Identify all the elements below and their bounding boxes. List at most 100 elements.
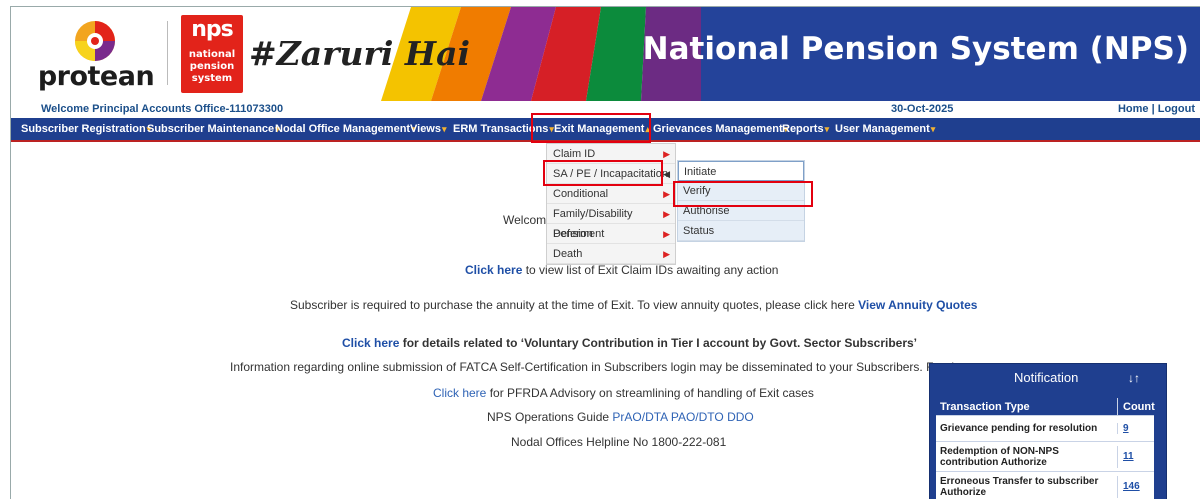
chevron-down-icon: ▾ <box>442 124 447 134</box>
exit-claims-link[interactable]: Click here <box>465 263 522 277</box>
logout-link[interactable]: Logout <box>1158 103 1195 115</box>
nav-label: Reports <box>782 123 824 135</box>
exit-claims-line: Click here to view list of Exit Claim ID… <box>465 263 778 277</box>
nps-logo-line: system <box>191 73 233 84</box>
sa-pe-submenu: Initiate Verify Authorise Status <box>677 160 805 242</box>
operations-guide-line: NPS Operations Guide PrAO/DTA PAO/DTO DD… <box>487 410 754 424</box>
operations-guide-link[interactable]: PrAO/DTA PAO/DTO DDO <box>612 410 753 424</box>
nav-label: Nodal Office Management <box>275 123 411 135</box>
nav-subscriber-registration[interactable]: Subscriber Registration▾ <box>21 118 151 140</box>
protean-wordmark: protean <box>37 61 155 92</box>
submenu-item-verify[interactable]: Verify <box>678 181 804 201</box>
header-links: Home | Logout <box>1118 103 1195 115</box>
nav-reports[interactable]: Reports▾ <box>782 118 829 140</box>
col-header-transaction-type: Transaction Type <box>936 398 1118 415</box>
submenu-item-authorise[interactable]: Authorise <box>678 201 804 221</box>
nav-label: Views <box>410 123 441 135</box>
protean-mark-icon <box>75 21 115 61</box>
chevron-down-icon: ▾ <box>824 124 830 134</box>
zaruri-hai-tagline: #Zaruri Hai <box>249 34 471 73</box>
transaction-type-cell: Redemption of NON-NPS contribution Autho… <box>936 445 1118 468</box>
voluntary-contribution-text: for details related to ‘Voluntary Contri… <box>399 336 918 350</box>
nav-label: Grievances Management <box>653 123 783 135</box>
nav-grievances-management[interactable]: Grievances Management▾ <box>653 118 788 140</box>
site-title: National Pension System (NPS) <box>642 31 1189 67</box>
fatca-info-text: Information regarding online submission … <box>230 360 971 374</box>
menu-item-label: SA / PE / Incapacitation <box>553 168 668 180</box>
helpline-text: Nodal Offices Helpline No 1800-222-081 <box>511 435 727 449</box>
nav-erm-transactions[interactable]: ERM Transactions▾ <box>453 118 554 140</box>
caret-right-icon: ▶ <box>663 249 670 259</box>
nav-user-management[interactable]: User Management▾ <box>835 118 935 140</box>
count-link[interactable]: 146 <box>1123 481 1140 492</box>
menu-item-label: Death <box>553 248 583 260</box>
nav-exit-management[interactable]: Exit Management▴ <box>554 118 650 140</box>
sort-icon[interactable]: ↓↑ <box>1128 364 1140 392</box>
nav-nodal-office-management[interactable]: Nodal Office Management▾ <box>275 118 416 140</box>
nav-label: Exit Management <box>554 123 645 135</box>
table-row: Erroneous Transfer to subscriber Authori… <box>936 472 1154 499</box>
transaction-type-cell: Erroneous Transfer to subscriber Authori… <box>936 475 1118 498</box>
caret-right-icon: ▶ <box>663 209 670 219</box>
voluntary-contribution-line: Click here for details related to ‘Volun… <box>342 336 917 350</box>
nav-label: Subscriber Registration <box>21 123 146 135</box>
submenu-item-initiate[interactable]: Initiate <box>678 161 804 181</box>
notification-table-header: Transaction Type Count <box>936 398 1155 416</box>
transaction-type-cell: Grievance pending for resolution <box>936 423 1118 434</box>
caret-right-icon: ▶ <box>663 189 670 199</box>
menu-item-conditional[interactable]: Conditional ▶ <box>547 184 675 204</box>
menu-item-label: Claim ID <box>553 148 596 160</box>
pfrda-advisory-text: for PFRDA Advisory on streamlining of ha… <box>486 386 814 400</box>
exit-claims-text: to view list of Exit Claim IDs awaiting … <box>522 263 779 277</box>
header-banner: protean nps national pension system #Zar… <box>11 7 1200 101</box>
nav-label: Subscriber Maintenance <box>147 123 275 135</box>
table-row: Redemption of NON-NPS contribution Autho… <box>936 442 1154 472</box>
annuity-line: Subscriber is required to purchase the a… <box>290 298 977 312</box>
operations-guide-text: NPS Operations Guide <box>487 410 613 424</box>
menu-item-label: Deferment <box>553 228 605 240</box>
menu-item-death[interactable]: Death ▶ <box>547 244 675 264</box>
voluntary-contribution-link[interactable]: Click here <box>342 336 399 350</box>
protean-logo: protean <box>31 11 161 97</box>
menu-item-deferment[interactable]: Deferment ▶ <box>547 224 675 244</box>
menu-item-sa-pe-incapacitation[interactable]: SA / PE / Incapacitation ◀ <box>547 164 675 184</box>
col-header-count: Count <box>1123 401 1155 413</box>
view-annuity-quotes-link[interactable]: View Annuity Quotes <box>858 298 977 312</box>
nps-logo: nps national pension system <box>181 15 243 93</box>
info-bar: Welcome Principal Accounts Office-111073… <box>11 101 1200 117</box>
nav-label: User Management <box>835 123 930 135</box>
nps-logo-line: national <box>188 49 236 60</box>
pfrda-advisory-link[interactable]: Click here <box>433 386 486 400</box>
app-frame: protean nps national pension system #Zar… <box>10 6 1200 499</box>
nav-subscriber-maintenance[interactable]: Subscriber Maintenance▾ <box>147 118 280 140</box>
welcome-user-text: Welcome Principal Accounts Office-111073… <box>41 103 284 115</box>
nps-logo-text: nps <box>191 17 234 42</box>
count-link[interactable]: 11 <box>1123 451 1134 462</box>
menu-item-family-disability-pension[interactable]: Family/Disability Pension ▶ <box>547 204 675 240</box>
nav-label: ERM Transactions <box>453 123 549 135</box>
pfrda-advisory-line: Click here for PFRDA Advisory on streaml… <box>433 386 814 400</box>
caret-right-icon: ▶ <box>663 149 670 159</box>
notification-title: Notification <box>1014 370 1079 385</box>
logo-divider <box>167 21 168 85</box>
main-nav: Subscriber Registration▾ Subscriber Main… <box>11 118 1200 142</box>
submenu-item-status[interactable]: Status <box>678 221 804 241</box>
home-link[interactable]: Home <box>1118 103 1149 115</box>
current-date: 30-Oct-2025 <box>891 103 954 115</box>
notification-table: Transaction Type Count Grievance pending… <box>936 398 1155 499</box>
chevron-up-icon: ▴ <box>645 124 650 134</box>
caret-left-icon: ◀ <box>663 169 670 179</box>
link-separator: | <box>1148 103 1158 115</box>
nav-views[interactable]: Views▾ <box>410 118 447 140</box>
menu-item-label: Conditional <box>553 188 609 200</box>
count-link[interactable]: 9 <box>1123 423 1129 434</box>
notification-header: Notification ↓↑ <box>930 364 1166 392</box>
nps-logo-line: pension <box>189 61 235 72</box>
menu-item-claim-id[interactable]: Claim ID ▶ <box>547 144 675 164</box>
caret-right-icon: ▶ <box>663 229 670 239</box>
annuity-text: Subscriber is required to purchase the a… <box>290 298 859 312</box>
chevron-down-icon: ▾ <box>930 124 936 134</box>
notification-panel: Notification ↓↑ Transaction Type Count G… <box>929 363 1167 499</box>
exit-management-menu: Claim ID ▶ SA / PE / Incapacitation ◀ Cond… <box>546 143 676 265</box>
table-row: Grievance pending for resolution 9 <box>936 416 1154 442</box>
